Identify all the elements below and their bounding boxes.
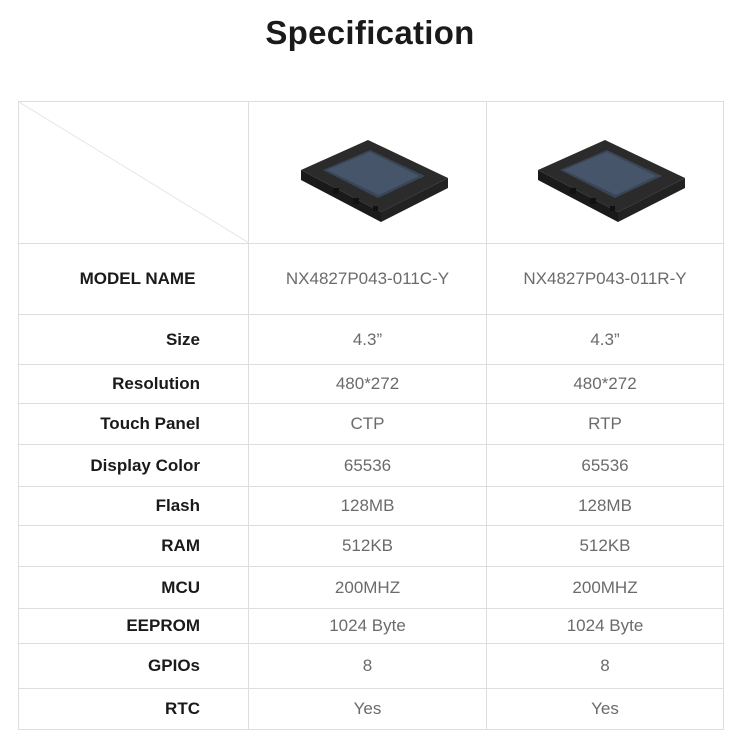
spec-value: 200MHZ	[486, 567, 724, 608]
product-image-cell	[486, 102, 724, 243]
spec-label: RAM	[18, 526, 248, 566]
spec-row-eeprom: EEPROM 1024 Byte 1024 Byte	[18, 609, 724, 644]
spec-label: Display Color	[18, 445, 248, 486]
spec-value: 512KB	[486, 526, 724, 566]
spec-label: GPIOs	[18, 644, 248, 688]
spec-value: Yes	[486, 689, 724, 729]
spec-value: 65536	[486, 445, 724, 486]
spec-value: 128MB	[248, 487, 486, 525]
corner-cell	[18, 102, 249, 243]
spec-value: RTP	[486, 404, 724, 444]
lcd-display-module-image	[538, 139, 685, 222]
spec-value: 1024 Byte	[248, 609, 486, 643]
spec-row-resolution: Resolution 480*272 480*272	[18, 365, 724, 404]
spec-label: Touch Panel	[18, 404, 248, 444]
diagonal-divider	[19, 102, 249, 243]
spec-value: CTP	[248, 404, 486, 444]
spec-value: 128MB	[486, 487, 724, 525]
lcd-display-module-image	[300, 139, 448, 222]
spec-value: 8	[248, 644, 486, 688]
spec-row-rtc: RTC Yes Yes	[18, 689, 724, 730]
spec-row-ram: RAM 512KB 512KB	[18, 526, 724, 567]
model-name-value: NX4827P043-011R-Y	[486, 244, 724, 314]
spec-table: MODEL NAME NX4827P043-011C-Y NX4827P043-…	[18, 101, 724, 730]
spec-value: 8	[486, 644, 724, 688]
spec-value: 4.3”	[248, 315, 486, 364]
model-name-value: NX4827P043-011C-Y	[248, 244, 486, 314]
spec-value: 512KB	[248, 526, 486, 566]
spec-value: 4.3”	[486, 315, 724, 364]
product-image-row	[18, 102, 724, 244]
spec-label: Size	[18, 315, 248, 364]
spec-row-size: Size 4.3” 4.3”	[18, 315, 724, 365]
spec-row-display-color: Display Color 65536 65536	[18, 445, 724, 487]
page-title: Specification	[265, 14, 475, 51]
spec-value: 480*272	[486, 365, 724, 403]
model-name-label: MODEL NAME	[18, 244, 248, 314]
spec-row-touch-panel: Touch Panel CTP RTP	[18, 404, 724, 445]
model-name-row: MODEL NAME NX4827P043-011C-Y NX4827P043-…	[18, 244, 724, 315]
spec-value: 1024 Byte	[486, 609, 724, 643]
spec-row-flash: Flash 128MB 128MB	[18, 487, 724, 526]
spec-value: 480*272	[248, 365, 486, 403]
spec-row-gpios: GPIOs 8 8	[18, 644, 724, 689]
spec-value: 200MHZ	[248, 567, 486, 608]
spec-row-mcu: MCU 200MHZ 200MHZ	[18, 567, 724, 609]
spec-label: EEPROM	[18, 609, 248, 643]
spec-label: MCU	[18, 567, 248, 608]
product-image-cell	[248, 102, 486, 243]
spec-label: Flash	[18, 487, 248, 525]
spec-label: RTC	[18, 689, 248, 729]
spec-value: Yes	[248, 689, 486, 729]
spec-label: Resolution	[18, 365, 248, 403]
spec-value: 65536	[248, 445, 486, 486]
